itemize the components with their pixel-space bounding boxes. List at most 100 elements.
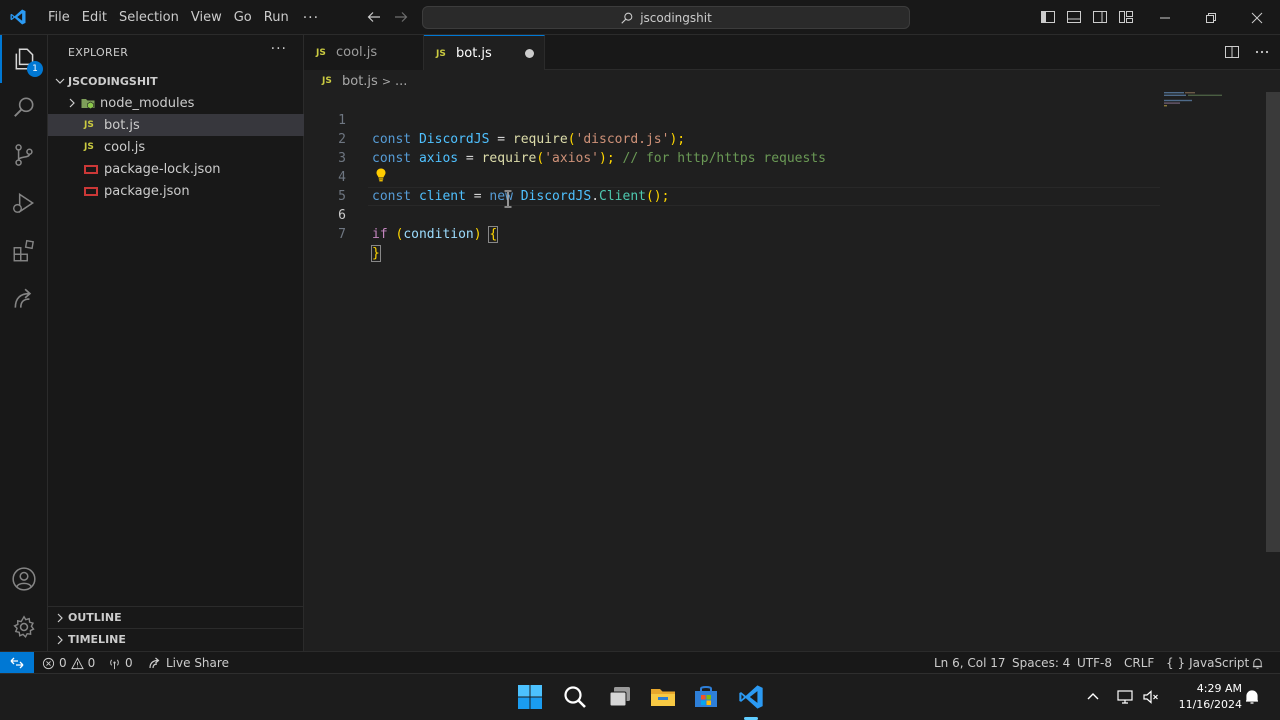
notifications-button[interactable]	[1251, 652, 1264, 674]
unsaved-changes-dot[interactable]	[525, 49, 534, 58]
eol-selector[interactable]: CRLF	[1124, 652, 1154, 674]
tree-item-cool-js[interactable]: JS cool.js	[48, 136, 304, 158]
notification-bell-icon[interactable]	[1243, 688, 1261, 706]
tree-item-label: package-lock.json	[104, 161, 221, 177]
menu-run[interactable]: Run	[258, 6, 295, 30]
tree-item-node-modules[interactable]: node_modules	[48, 92, 304, 114]
code-editor[interactable]: 1 const DiscordJS = require('discord.js'…	[304, 92, 1280, 651]
encoding-text: UTF-8	[1077, 656, 1112, 670]
run-debug-icon	[13, 192, 35, 214]
command-center-search[interactable]: jscodingshit	[422, 6, 910, 29]
explorer-badge: 1	[27, 61, 43, 77]
timeline-section-header[interactable]: TIMELINE	[48, 628, 304, 650]
breadcrumb-file[interactable]: bot.js	[342, 74, 378, 89]
tree-item-label: package.json	[104, 183, 190, 199]
indentation-selector[interactable]: Spaces: 4	[1012, 652, 1070, 674]
scrollbar-thumb[interactable]	[1266, 92, 1280, 552]
vscode-taskbar-icon[interactable]	[737, 683, 765, 711]
activity-search[interactable]	[0, 83, 48, 131]
breadcrumb-symbol[interactable]: ...	[395, 74, 407, 89]
javascript-file-icon: JS	[84, 120, 94, 130]
menu-go[interactable]: Go	[228, 6, 258, 30]
restore-button[interactable]	[1188, 0, 1234, 35]
chevron-up-icon[interactable]	[1084, 688, 1102, 706]
toggle-secondary-sidebar-icon[interactable]	[1092, 9, 1108, 25]
warning-icon	[70, 656, 84, 669]
menu-view[interactable]: View	[185, 6, 228, 30]
windows-start-icon[interactable]	[516, 683, 544, 711]
forward-arrow-icon[interactable]	[393, 9, 409, 25]
tree-item-package-lock-json[interactable]: package-lock.json	[48, 158, 304, 180]
file-explorer-icon[interactable]	[649, 683, 677, 711]
activity-accounts[interactable]	[0, 555, 48, 603]
search-icon[interactable]	[561, 683, 589, 711]
source-control-icon	[15, 144, 33, 166]
back-arrow-icon[interactable]	[366, 9, 382, 25]
remote-explorer-icon	[14, 288, 32, 308]
toggle-primary-sidebar-icon[interactable]	[1040, 9, 1056, 25]
menu-file[interactable]: File	[42, 6, 76, 30]
remote-indicator-button[interactable]	[0, 652, 34, 674]
live-share-button[interactable]: Live Share	[148, 652, 229, 674]
clock-time: 4:29 AM	[1196, 682, 1242, 695]
account-icon	[12, 567, 36, 591]
activity-explorer[interactable]: 1	[0, 35, 48, 83]
ports-count: 0	[125, 656, 133, 670]
ports-indicator[interactable]: 0	[108, 652, 133, 674]
windows-taskbar: 4:29 AM 11/16/2024	[0, 673, 1280, 720]
window-controls	[1142, 0, 1280, 35]
javascript-file-icon: JS	[436, 48, 446, 59]
editor-actions	[1224, 44, 1270, 60]
indentation-text: Spaces: 4	[1012, 656, 1071, 670]
bell-icon	[1252, 658, 1263, 669]
minimize-button[interactable]	[1142, 0, 1188, 35]
activity-extensions[interactable]	[0, 227, 48, 275]
chevron-right-icon	[69, 98, 75, 108]
explorer-more-button[interactable]: ···	[271, 41, 287, 57]
tab-bot-js[interactable]: JS bot.js	[424, 35, 545, 71]
close-button[interactable]	[1234, 0, 1280, 35]
volume-icon[interactable]	[1142, 688, 1160, 706]
activity-run-debug[interactable]	[0, 179, 48, 227]
breadcrumb: JS bot.js > ...	[304, 70, 1280, 92]
cursor-position[interactable]: Ln 6, Col 17	[934, 652, 1006, 674]
menu-edit[interactable]: Edit	[76, 6, 113, 30]
menu-bar: File Edit Selection View Go Run ···	[42, 0, 327, 35]
timeline-title: TIMELINE	[68, 633, 126, 646]
command-center-text: jscodingshit	[640, 10, 712, 25]
workspace-folder-header[interactable]: JSCODINGSHIT	[48, 70, 304, 92]
minimap[interactable]	[1164, 92, 1274, 112]
lightbulb-icon[interactable]	[374, 167, 388, 183]
tab-cool-js[interactable]: JS cool.js	[304, 35, 424, 70]
tree-item-package-json[interactable]: package.json	[48, 180, 304, 202]
javascript-file-icon: JS	[316, 47, 326, 58]
encoding-selector[interactable]: UTF-8	[1077, 652, 1112, 674]
menu-more-button[interactable]: ···	[295, 6, 327, 30]
toggle-panel-icon[interactable]	[1066, 9, 1082, 25]
javascript-file-icon: JS	[84, 142, 94, 152]
system-clock[interactable]: 4:29 AM 11/16/2024	[1166, 681, 1242, 713]
code-line: 7 }	[304, 206, 1164, 262]
problems-indicator[interactable]: 0 0	[42, 652, 95, 674]
live-share-label: Live Share	[166, 656, 229, 670]
vscode-logo-icon	[10, 9, 26, 25]
task-view-icon[interactable]	[606, 683, 634, 711]
tree-item-label: node_modules	[100, 95, 195, 111]
more-actions-icon[interactable]	[1254, 44, 1270, 60]
error-count: 0	[59, 656, 67, 670]
editor-scrollbar[interactable]	[1266, 92, 1280, 651]
microsoft-store-icon[interactable]	[692, 683, 720, 711]
split-editor-icon[interactable]	[1224, 44, 1240, 60]
code-line: 4 const client = new DiscordJS.Client();	[304, 149, 1164, 204]
tree-item-bot-js[interactable]: JS bot.js	[48, 114, 304, 136]
language-mode-selector[interactable]: { } JavaScript	[1166, 652, 1249, 674]
activity-remote-explorer[interactable]	[0, 275, 48, 323]
tab-label: bot.js	[456, 46, 492, 61]
menu-selection[interactable]: Selection	[113, 6, 185, 30]
npm-file-icon	[84, 186, 98, 196]
activity-manage[interactable]	[0, 603, 48, 651]
activity-source-control[interactable]	[0, 131, 48, 179]
outline-section-header[interactable]: OUTLINE	[48, 606, 304, 628]
network-icon[interactable]	[1116, 688, 1134, 706]
customize-layout-icon[interactable]	[1118, 9, 1134, 25]
